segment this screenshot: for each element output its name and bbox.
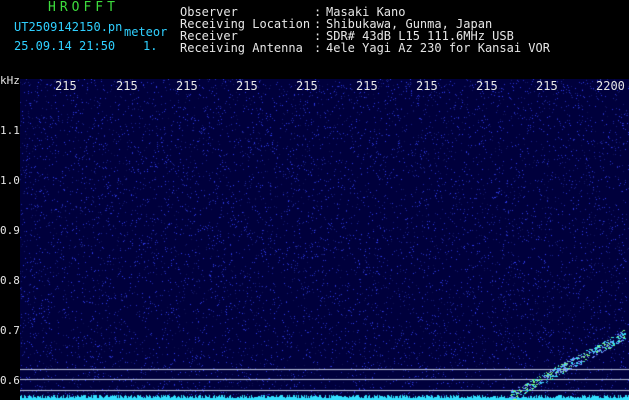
freq-tick-label: 0.6 (0, 374, 20, 387)
freq-tick-label: 1.1 (0, 124, 20, 137)
colon: : (314, 41, 322, 55)
field-label-antenna: Receiving Antenna (180, 41, 303, 55)
time-tick-label: 215 (236, 79, 258, 93)
spectrogram-canvas (20, 79, 629, 400)
app-logo: HROFFT (48, 0, 119, 15)
time-tick-label: 215 (296, 79, 318, 93)
time-tick-label: 215 (476, 79, 498, 93)
time-tick-label: 215 (416, 79, 438, 93)
freq-tick-label: 0.8 (0, 274, 20, 287)
time-tick-label: 215 (356, 79, 378, 93)
page-number: 1. (143, 39, 158, 53)
freq-tick-label: 0.9 (0, 224, 20, 237)
mode-label: meteor (124, 25, 168, 39)
time-tick-label: 215 (116, 79, 138, 93)
datetime: 25.09.14 21:50 (14, 39, 116, 53)
time-tick-label: 2200 (596, 79, 625, 93)
time-tick-label: 215 (176, 79, 198, 93)
field-value-antenna: 4ele Yagi Az 230 for Kansai VOR (326, 41, 550, 55)
freq-unit-label: kHz (0, 74, 20, 87)
time-tick-label: 215 (536, 79, 558, 93)
time-tick-label: 215 (55, 79, 77, 93)
freq-tick-label: 0.7 (0, 324, 20, 337)
freq-tick-label: 1.0 (0, 174, 20, 187)
filename: UT2509142150.pn (14, 20, 123, 34)
